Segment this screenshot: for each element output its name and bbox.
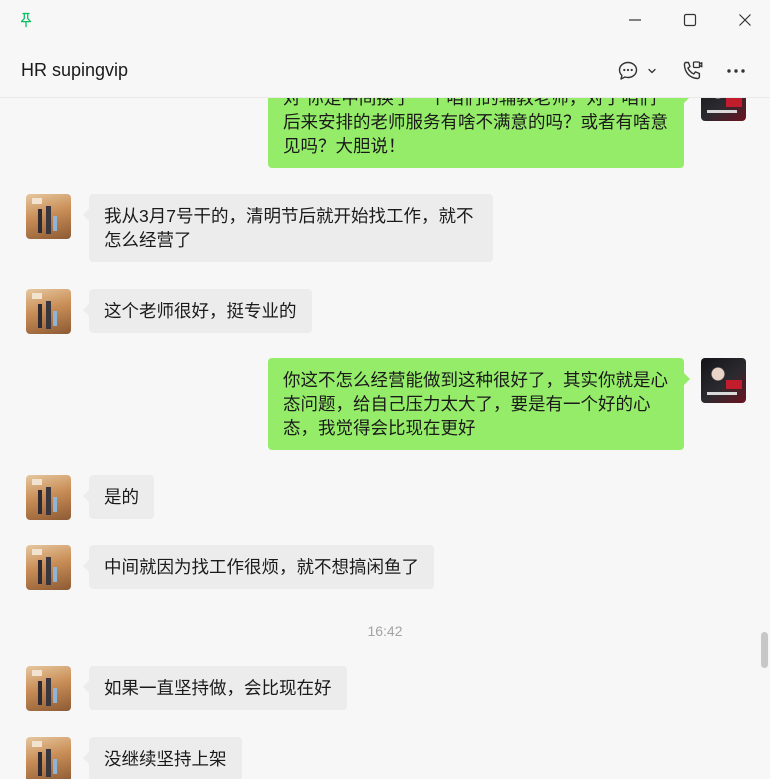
chevron-down-icon[interactable]: [646, 65, 658, 77]
incoming-message-bubble[interactable]: 这个老师很好，挺专业的: [83, 289, 312, 333]
minimize-icon[interactable]: [625, 10, 645, 30]
chat-window: HR supingvip 对“你是中间换了一个咱们的辅教老师，对于咱们后来安排的…: [0, 0, 770, 779]
contact-avatar[interactable]: [26, 289, 71, 334]
incoming-message-bubble[interactable]: 中间就因为找工作很烦，就不想搞闲鱼了: [83, 545, 434, 589]
my-avatar[interactable]: [701, 98, 746, 121]
contact-avatar[interactable]: [26, 545, 71, 590]
more-icon[interactable]: [724, 59, 748, 83]
outgoing-message-bubble[interactable]: 对“你是中间换了一个咱们的辅教老师，对于咱们后来安排的老师服务有啥不满意的吗？或…: [268, 98, 690, 168]
incoming-message-bubble[interactable]: 没继续坚持上架: [83, 737, 242, 779]
message-timestamp: 16:42: [367, 623, 403, 639]
phone-video-icon[interactable]: [679, 58, 705, 84]
contact-avatar[interactable]: [26, 194, 71, 239]
incoming-message-bubble[interactable]: 是的: [83, 475, 154, 519]
scrollbar-thumb[interactable]: [761, 632, 768, 668]
title-bar: HR supingvip: [0, 0, 770, 98]
contact-avatar[interactable]: [26, 737, 71, 779]
contact-avatar[interactable]: [26, 666, 71, 711]
incoming-message-bubble[interactable]: 如果一直坚持做，会比现在好: [83, 666, 347, 710]
my-avatar[interactable]: [701, 358, 746, 403]
contact-avatar[interactable]: [26, 475, 71, 520]
message-list[interactable]: 对“你是中间换了一个咱们的辅教老师，对于咱们后来安排的老师服务有啥不满意的吗？或…: [0, 98, 770, 779]
chat-bubble-icon[interactable]: [616, 59, 640, 83]
outgoing-message-bubble[interactable]: 你这不怎么经营能做到这种很好了，其实你就是心态问题，给自己压力太大了，要是有一个…: [268, 358, 690, 450]
chat-title: HR supingvip: [21, 60, 129, 80]
incoming-message-bubble[interactable]: 我从3月7号干的，清明节后就开始找工作，就不怎么经营了: [83, 194, 493, 262]
close-icon[interactable]: [735, 10, 755, 30]
maximize-icon[interactable]: [680, 10, 700, 30]
pin-icon[interactable]: [17, 11, 35, 29]
